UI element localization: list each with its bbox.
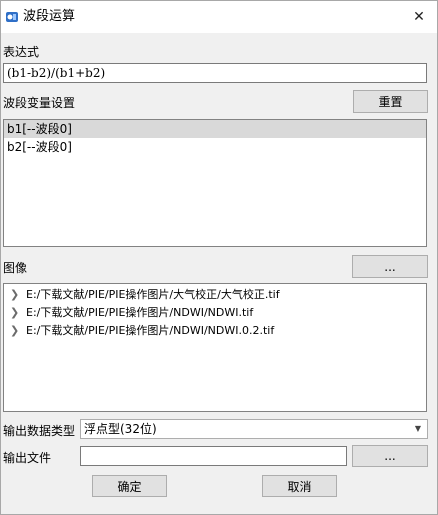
tree-item-label: E:/下载文献/PIE/PIE操作图片/NDWI/NDWI.0.2.tif	[26, 324, 275, 337]
expression-input[interactable]: (b1-b2)/(b1+b2)	[3, 63, 427, 83]
app-icon	[5, 10, 19, 24]
images-label: 图像	[3, 261, 28, 275]
band-math-dialog: 波段运算 ✕ 表达式 (b1-b2)/(b1+b2) 波段变量设置 重置 b1[…	[0, 0, 438, 515]
close-icon[interactable]: ✕	[407, 5, 431, 29]
tree-item-label: E:/下载文献/PIE/PIE操作图片/NDWI/NDWI.tif	[26, 306, 254, 319]
ok-button[interactable]: 确定	[92, 475, 167, 497]
tree-item[interactable]: ❯ E:/下载文献/PIE/PIE操作图片/NDWI/NDWI.0.2.tif	[4, 322, 426, 340]
chevron-right-icon[interactable]: ❯	[10, 286, 19, 304]
output-type-value: 浮点型(32位)	[84, 422, 157, 436]
image-tree[interactable]: ❯ E:/下载文献/PIE/PIE操作图片/大气校正/大气校正.tif ❯ E:…	[3, 283, 427, 412]
title-bar: 波段运算 ✕	[1, 1, 437, 33]
tree-item[interactable]: ❯ E:/下载文献/PIE/PIE操作图片/大气校正/大气校正.tif	[4, 286, 426, 304]
output-type-select[interactable]: 浮点型(32位) ▼	[80, 419, 428, 439]
chevron-right-icon[interactable]: ❯	[10, 304, 19, 322]
image-browse-button[interactable]: ...	[352, 255, 428, 278]
window-title: 波段运算	[23, 9, 76, 24]
band-settings-label: 波段变量设置	[3, 96, 76, 110]
tree-item-label: E:/下载文献/PIE/PIE操作图片/大气校正/大气校正.tif	[26, 288, 280, 301]
list-item[interactable]: b2[--波段0]	[4, 138, 426, 156]
expression-label: 表达式	[3, 45, 40, 59]
output-type-label: 输出数据类型	[3, 424, 76, 438]
output-browse-button[interactable]: ...	[352, 445, 428, 467]
list-item[interactable]: b1[--波段0]	[4, 120, 426, 138]
tree-item[interactable]: ❯ E:/下载文献/PIE/PIE操作图片/NDWI/NDWI.tif	[4, 304, 426, 322]
dropdown-arrow-icon[interactable]: ▼	[415, 420, 421, 438]
output-file-label: 输出文件	[3, 451, 52, 465]
band-variable-list[interactable]: b1[--波段0] b2[--波段0]	[3, 119, 427, 247]
cancel-button[interactable]: 取消	[262, 475, 337, 497]
output-file-input[interactable]	[80, 446, 347, 466]
chevron-right-icon[interactable]: ❯	[10, 322, 19, 340]
reset-button[interactable]: 重置	[353, 90, 428, 113]
